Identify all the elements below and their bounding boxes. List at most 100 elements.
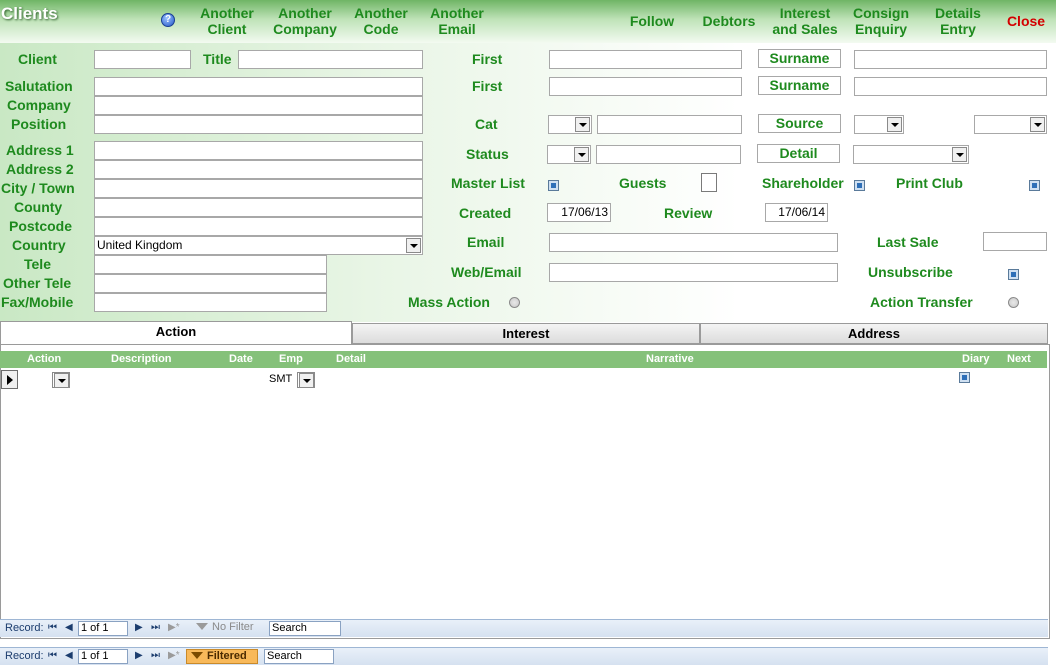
close-button[interactable]: Close — [1003, 13, 1049, 29]
column-header-date[interactable]: Date — [229, 352, 253, 366]
column-header-action[interactable]: Action — [27, 352, 61, 366]
emp-cell[interactable]: SMT — [269, 373, 292, 385]
first-record-icon[interactable]: ⏮ — [48, 650, 57, 661]
column-header-emp[interactable]: Emp — [279, 352, 303, 366]
status-select[interactable] — [547, 145, 591, 164]
details-entry-button[interactable]: Details Entry — [928, 5, 988, 37]
print-club-label: Print Club — [896, 175, 963, 191]
address2-field[interactable] — [94, 160, 423, 179]
client-field[interactable] — [94, 50, 191, 69]
another-code-button[interactable]: Another Code — [350, 5, 412, 37]
column-header-diary[interactable]: Diary — [962, 352, 990, 366]
tab-address[interactable]: Address — [700, 323, 1048, 344]
chevron-down-icon[interactable] — [574, 147, 589, 162]
company-field[interactable] — [94, 96, 423, 115]
record-position-field[interactable]: 1 of 1 — [78, 649, 128, 664]
unsubscribe-label: Unsubscribe — [868, 264, 953, 280]
subform-search-input[interactable]: Search — [269, 621, 341, 636]
another-company-button[interactable]: Another Company — [270, 5, 340, 37]
first-field-2[interactable] — [549, 77, 742, 96]
surname-label-1: Surname — [758, 49, 841, 68]
debtors-button[interactable]: Debtors — [700, 13, 758, 29]
client-label: Client — [18, 51, 57, 67]
master-list-checkbox[interactable] — [548, 180, 559, 191]
another-client-button[interactable]: Another Client — [196, 5, 258, 37]
fax-mobile-label: Fax/Mobile — [1, 294, 74, 310]
surname-field-1[interactable] — [854, 50, 1047, 69]
postcode-field[interactable] — [94, 217, 423, 236]
tab-action[interactable]: Action — [0, 321, 352, 344]
mass-action-radio[interactable] — [509, 297, 520, 308]
consign-enquiry-button[interactable]: Consign Enquiry — [850, 5, 912, 37]
cat-description-field[interactable] — [597, 115, 742, 134]
cat-select[interactable] — [548, 115, 592, 134]
last-record-icon[interactable]: ⏭ — [151, 622, 160, 633]
record-position-field[interactable]: 1 of 1 — [78, 621, 128, 636]
other-tele-field[interactable] — [94, 274, 327, 293]
county-label: County — [14, 199, 63, 215]
previous-record-icon[interactable]: ◀ — [65, 622, 73, 633]
web-email-field[interactable] — [549, 263, 838, 282]
print-club-checkbox[interactable] — [1029, 180, 1040, 191]
new-record-icon[interactable]: ▶* — [168, 650, 180, 661]
column-header-narrative[interactable]: Narrative — [646, 352, 694, 366]
unsubscribe-checkbox[interactable] — [1008, 269, 1019, 280]
tab-interest[interactable]: Interest — [352, 323, 700, 344]
status-description-field[interactable] — [596, 145, 741, 164]
last-record-icon[interactable]: ⏭ — [151, 650, 160, 661]
address1-field[interactable] — [94, 141, 423, 160]
no-filter-button[interactable]: No Filter — [192, 621, 262, 636]
position-field[interactable] — [94, 115, 423, 134]
follow-button[interactable]: Follow — [625, 13, 679, 29]
first-record-icon[interactable]: ⏮ — [48, 622, 57, 633]
guests-field[interactable] — [701, 173, 717, 192]
new-record-icon[interactable]: ▶* — [168, 622, 180, 633]
action-transfer-radio[interactable] — [1008, 297, 1019, 308]
diary-checkbox[interactable] — [959, 372, 970, 383]
first-field-1[interactable] — [549, 50, 742, 69]
shareholder-checkbox[interactable] — [854, 180, 865, 191]
chevron-down-icon[interactable] — [575, 117, 590, 132]
chevron-down-icon[interactable] — [406, 238, 421, 253]
salutation-field[interactable] — [94, 77, 423, 96]
column-header-description[interactable]: Description — [111, 352, 172, 366]
action-transfer-label: Action Transfer — [870, 294, 973, 310]
email-field[interactable] — [549, 233, 838, 252]
help-icon[interactable]: ? — [161, 13, 175, 27]
column-header-next[interactable]: Next — [1007, 352, 1031, 366]
other-tele-label: Other Tele — [3, 275, 72, 291]
review-field[interactable]: 17/06/14 — [765, 203, 828, 222]
created-field[interactable]: 17/06/13 — [547, 203, 611, 222]
city-field[interactable] — [94, 179, 423, 198]
postcode-label: Postcode — [9, 218, 73, 234]
filter-icon — [191, 652, 203, 659]
tele-field[interactable] — [94, 255, 327, 274]
chevron-down-icon[interactable] — [1030, 117, 1045, 132]
country-select[interactable]: United Kingdom — [94, 236, 423, 255]
surname-field-2[interactable] — [854, 77, 1047, 96]
county-field[interactable] — [94, 198, 423, 217]
last-sale-field[interactable] — [983, 232, 1047, 251]
source-select[interactable] — [854, 115, 904, 134]
chevron-down-icon[interactable] — [54, 373, 69, 387]
emp-row-select[interactable] — [297, 372, 315, 388]
chevron-down-icon[interactable] — [299, 373, 314, 387]
interest-sales-button[interactable]: Interest and Sales — [770, 5, 840, 37]
next-record-icon[interactable]: ▶ — [135, 650, 143, 661]
chevron-down-icon[interactable] — [952, 147, 967, 162]
filtered-button[interactable]: Filtered — [186, 649, 258, 664]
previous-record-icon[interactable]: ◀ — [65, 650, 73, 661]
source-detail-select[interactable] — [974, 115, 1047, 134]
title-field[interactable] — [238, 50, 423, 69]
chevron-down-icon[interactable] — [887, 117, 902, 132]
detail-select[interactable] — [853, 145, 969, 164]
main-search-input[interactable]: Search — [264, 649, 334, 664]
fax-mobile-field[interactable] — [94, 293, 327, 312]
record-selector[interactable] — [1, 370, 18, 389]
column-header-detail[interactable]: Detail — [336, 352, 366, 366]
another-email-button[interactable]: Another Email — [426, 5, 488, 37]
action-row-select[interactable] — [52, 372, 70, 388]
company-label: Company — [7, 97, 71, 113]
next-record-icon[interactable]: ▶ — [135, 622, 143, 633]
guests-label: Guests — [619, 175, 667, 191]
